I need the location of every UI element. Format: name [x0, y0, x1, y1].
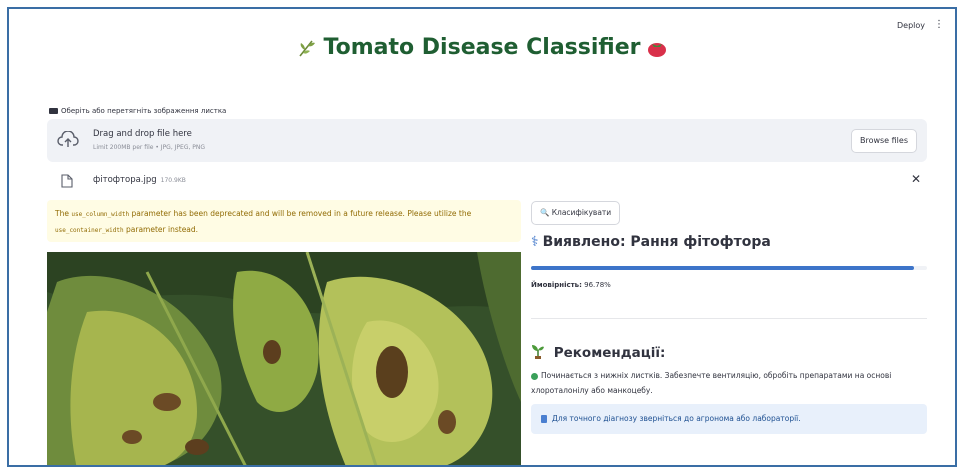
deploy-button[interactable]: Deploy	[897, 21, 925, 30]
dropzone-limit: Limit 200MB per file • JPG, JPEG, PNG	[93, 144, 206, 151]
dropzone-title: Drag and drop file here	[93, 129, 192, 139]
book-icon	[541, 415, 547, 423]
remove-file-icon[interactable]: ✕	[911, 172, 921, 186]
seedling-icon	[531, 345, 550, 361]
probability-text: Ймовірність: 96.78%	[531, 281, 611, 289]
camera-icon	[49, 108, 58, 114]
info-box: Для точного діагнозу зверніться до агрон…	[531, 404, 927, 434]
title-text: Tomato Disease Classifier	[323, 35, 641, 60]
recommendation-text: Починається з нижніх листків. Забезпечте…	[531, 371, 892, 395]
herb-icon	[296, 38, 318, 62]
stethoscope-icon: ⚕	[531, 234, 539, 250]
green-circle-icon	[531, 372, 538, 380]
leaf-photo	[47, 252, 521, 465]
file-dropzone[interactable]: Drag and drop file here Limit 200MB per …	[47, 119, 927, 162]
classify-button[interactable]: 🔍 Класифікувати	[531, 201, 621, 225]
tomato-icon	[646, 38, 668, 62]
cloud-upload-icon	[57, 130, 79, 153]
app-frame: Deploy ⋮ Tomato Disease Classifier Обері…	[7, 7, 957, 467]
detected-heading: ⚕ Виявлено: Рання фітофтора	[531, 234, 771, 250]
confidence-progress-fill	[531, 266, 915, 270]
uploader-label: Оберіть або перетягніть зображення листк…	[49, 107, 226, 115]
confidence-progress	[531, 266, 927, 270]
recommendations-heading: Рекомендації:	[531, 343, 665, 361]
file-icon	[61, 173, 73, 192]
page-title: Tomato Disease Classifier	[9, 35, 955, 62]
file-name: фітофтора.jpg 170.9KB	[93, 175, 186, 185]
browse-files-button[interactable]: Browse files	[850, 129, 917, 153]
more-vertical-icon[interactable]: ⋮	[934, 19, 944, 30]
deprecation-warning: The use_column_width parameter has been …	[47, 200, 521, 242]
uploaded-file-row: фітофтора.jpg 170.9KB ✕	[47, 170, 927, 192]
file-size: 170.9KB	[160, 177, 186, 184]
divider	[531, 318, 927, 319]
